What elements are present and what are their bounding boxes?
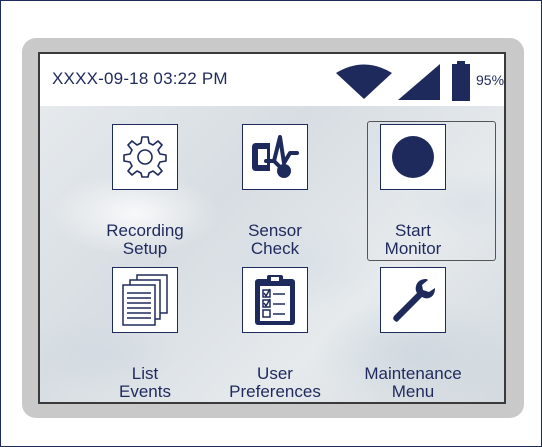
record-circle-icon	[392, 136, 434, 178]
gear-icon	[123, 136, 167, 178]
maintenance-menu-button[interactable]	[380, 267, 446, 333]
clipboard-checklist-icon	[255, 275, 295, 325]
user-preferences-label: User Preferences	[229, 364, 321, 401]
sensor-check-button[interactable]	[242, 124, 308, 190]
battery-percentage: 95%	[476, 72, 505, 88]
wifi-icon	[336, 64, 392, 99]
start-monitor-button[interactable]	[380, 124, 446, 190]
status-bar: XXXX-09-18 03:22 PM 95%	[40, 54, 504, 106]
maintenance-menu-tile[interactable]: Maintenance Menu	[360, 267, 490, 402]
device-screen: XXXX-09-18 03:22 PM 95% Recording Setup	[38, 52, 506, 404]
start-monitor-tile[interactable]: Start Monitor	[360, 124, 490, 270]
list-events-label: List Events	[119, 364, 171, 401]
list-events-button[interactable]	[112, 267, 178, 333]
signal-strength-icon	[398, 64, 440, 100]
start-monitor-label: Start Monitor	[384, 221, 442, 258]
sensor-check-icon	[252, 135, 299, 178]
battery-icon	[452, 61, 470, 101]
sensor-check-label: Sensor Check	[248, 221, 302, 258]
maintenance-menu-label: Maintenance Menu	[364, 364, 462, 401]
date-time: XXXX-09-18 03:22 PM	[52, 69, 228, 88]
recording-setup-button[interactable]	[112, 124, 178, 190]
wrench-icon	[393, 279, 435, 322]
recording-setup-label: Recording Setup	[106, 221, 184, 258]
user-preferences-button[interactable]	[242, 267, 308, 333]
recording-setup-tile[interactable]: Recording Setup	[92, 124, 222, 270]
list-events-tile[interactable]: List Events	[92, 267, 222, 402]
sensor-check-tile[interactable]: Sensor Check	[222, 124, 352, 270]
user-preferences-tile[interactable]: User Preferences	[222, 267, 352, 402]
documents-icon	[122, 274, 168, 326]
